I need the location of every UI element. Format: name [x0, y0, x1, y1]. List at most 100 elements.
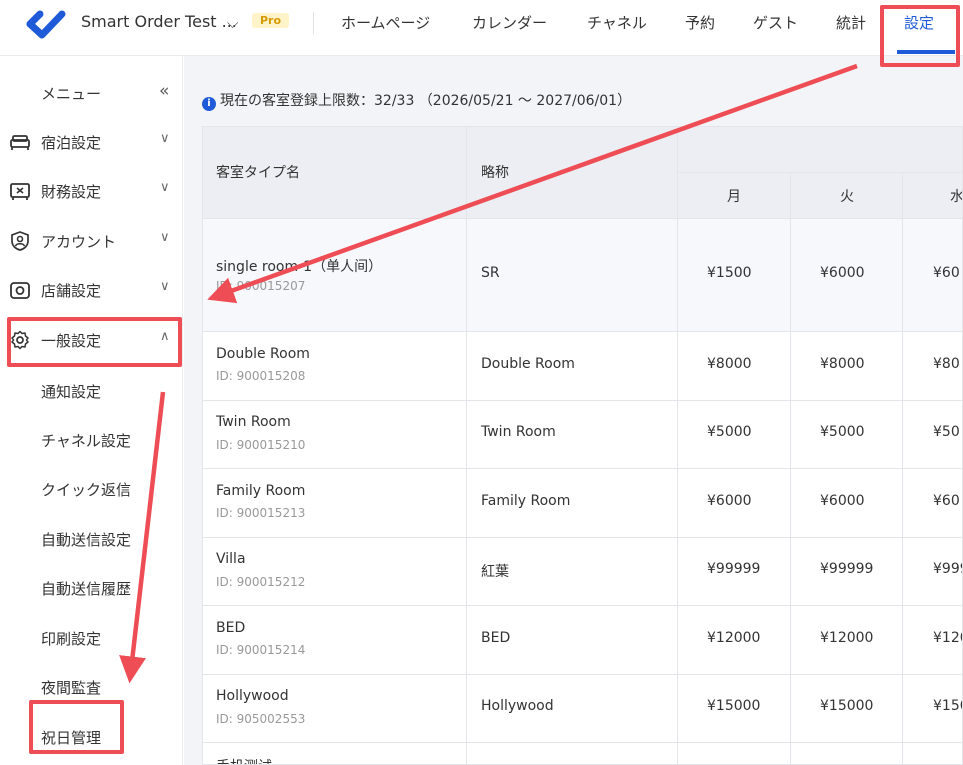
price-wed[interactable]: ¥50 [933, 424, 960, 440]
sidebar-subitem-channel[interactable]: チャネル設定 [41, 430, 131, 451]
user-shield-icon [11, 231, 29, 251]
collapse-sidebar-icon[interactable]: « [159, 81, 169, 101]
room-type-name[interactable]: Villa [216, 551, 246, 567]
sidebar-item-label: 店舗設定 [41, 282, 102, 300]
room-type-name[interactable]: BED [216, 620, 245, 636]
app-logo-icon [26, 10, 66, 39]
nav-channel[interactable]: チャネル [587, 12, 647, 33]
divider [203, 468, 962, 469]
sidebar-item-label: 宿泊設定 [41, 134, 102, 152]
sidebar-menu: メニュー « 宿泊設定 ∨ 財務設定 ∨ アカウント ∨ 店舗設定 ∨ 一般設定… [0, 56, 183, 765]
divider [313, 12, 314, 34]
price-mon[interactable]: ¥6000 [707, 493, 752, 509]
sidebar-subitem-quick-reply[interactable]: クイック返信 [41, 479, 131, 500]
room-abbr: Hollywood [481, 698, 554, 714]
sidebar-subitem-auto-send-history[interactable]: 自動送信履歴 [41, 578, 131, 599]
price-wed[interactable]: ¥150 [933, 698, 962, 714]
divider [790, 172, 791, 764]
camera-icon [10, 282, 30, 299]
price-tue[interactable]: ¥8000 [820, 356, 865, 372]
divider [203, 605, 962, 606]
room-type-id: ID: 900015213 [216, 506, 306, 520]
room-type-id: ID: 900015208 [216, 369, 306, 383]
price-wed[interactable]: ¥60 [933, 265, 960, 281]
sidebar-subitem-notification[interactable]: 通知設定 [41, 381, 101, 402]
hotel-selector[interactable]: Smart Order Test ... [81, 12, 237, 31]
sidebar-item-finance[interactable]: 財務設定 ∨ [0, 173, 183, 209]
room-type-name[interactable]: Double Room [216, 346, 310, 362]
divider [203, 400, 962, 401]
sidebar-item-lodging[interactable]: 宿泊設定 ∨ [0, 124, 183, 160]
price-mon[interactable]: ¥99999 [707, 561, 760, 577]
price-wed[interactable]: ¥80 [933, 356, 960, 372]
price-wed[interactable]: ¥120 [933, 630, 962, 646]
sidebar-item-label: 財務設定 [41, 183, 102, 201]
divider [677, 127, 678, 764]
column-header-mon: 月 [727, 189, 741, 205]
room-type-name[interactable]: 手机测试 [216, 756, 272, 764]
room-type-name[interactable]: Hollywood [216, 688, 289, 704]
sidebar-subitem-night-audit[interactable]: 夜間監査 [41, 677, 101, 698]
nav-guests[interactable]: ゲスト [753, 12, 798, 33]
bed-icon [10, 135, 30, 150]
highlight-box-holidays [29, 700, 124, 754]
divider [203, 742, 962, 743]
nav-calendar[interactable]: カレンダー [472, 12, 547, 33]
price-tue[interactable]: ¥99999 [820, 561, 873, 577]
price-wed[interactable]: ¥999 [933, 561, 962, 577]
room-abbr: Twin Room [481, 424, 556, 440]
price-tue[interactable]: ¥6000 [820, 493, 865, 509]
room-type-name[interactable]: Family Room [216, 483, 305, 499]
divider [203, 218, 962, 219]
column-header-wed: 水 [950, 189, 963, 205]
divider [677, 172, 962, 173]
room-type-id: ID: 905002553 [216, 712, 306, 726]
room-type-table: 客室タイプ名 略称 月 火 水 single room-1（单人间） ID: 9… [202, 126, 963, 765]
divider [466, 127, 467, 764]
room-type-name[interactable]: Twin Room [216, 414, 291, 430]
divider [203, 674, 962, 675]
price-mon[interactable]: ¥15000 [707, 698, 760, 714]
chevron-down-icon: ∨ [160, 180, 170, 195]
divider [902, 172, 903, 764]
info-icon: i [202, 97, 216, 111]
price-tue[interactable]: ¥15000 [820, 698, 873, 714]
divider [203, 537, 962, 538]
divider [203, 331, 962, 332]
sidebar-subitem-print[interactable]: 印刷設定 [41, 628, 101, 649]
nav-home[interactable]: ホームページ [341, 12, 430, 33]
pro-badge: Pro [252, 13, 290, 28]
sidebar-item-account[interactable]: アカウント ∨ [0, 223, 183, 259]
chevron-down-icon: ∨ [160, 279, 170, 294]
chevron-down-icon: ∨ [160, 230, 170, 245]
nav-reservations[interactable]: 予約 [685, 12, 715, 33]
chevron-down-icon: ∨ [160, 131, 170, 146]
price-tue[interactable]: ¥5000 [820, 424, 865, 440]
room-abbr: Family Room [481, 493, 571, 509]
room-abbr: Double Room [481, 356, 575, 372]
column-header-tue: 火 [840, 189, 854, 205]
price-mon[interactable]: ¥8000 [707, 356, 752, 372]
chevron-down-icon[interactable]: ⌵ [227, 14, 238, 32]
sidebar-subitem-auto-send[interactable]: 自動送信設定 [41, 529, 131, 550]
sidebar-item-store[interactable]: 店舗設定 ∨ [0, 272, 183, 308]
price-tue[interactable]: ¥12000 [820, 630, 873, 646]
nav-statistics[interactable]: 統計 [836, 12, 866, 33]
price-mon[interactable]: ¥12000 [707, 630, 760, 646]
column-header-name: 客室タイプ名 [216, 165, 300, 181]
price-mon[interactable]: ¥1500 [707, 265, 752, 281]
main-content: i 現在の客室登録上限数：32/33 （2026/05/21 ～ 2027/06/… [184, 56, 963, 765]
cash-register-icon [10, 183, 30, 200]
room-type-id: ID: 900015210 [216, 438, 306, 452]
sidebar-item-label: アカウント [41, 233, 117, 251]
price-mon[interactable]: ¥5000 [707, 424, 752, 440]
highlight-box-settings [880, 5, 960, 67]
room-type-id: ID: 900015214 [216, 643, 306, 657]
room-abbr: SR [481, 265, 500, 281]
room-abbr: 紅葉 [481, 564, 509, 580]
room-type-name[interactable]: single room-1（单人间） [216, 256, 382, 276]
highlight-box-general-settings [7, 317, 182, 367]
top-navigation-bar: Smart Order Test ... ⌵ Pro ホームページ カレンダー … [0, 0, 963, 56]
price-tue[interactable]: ¥6000 [820, 265, 865, 281]
price-wed[interactable]: ¥60 [933, 493, 960, 509]
